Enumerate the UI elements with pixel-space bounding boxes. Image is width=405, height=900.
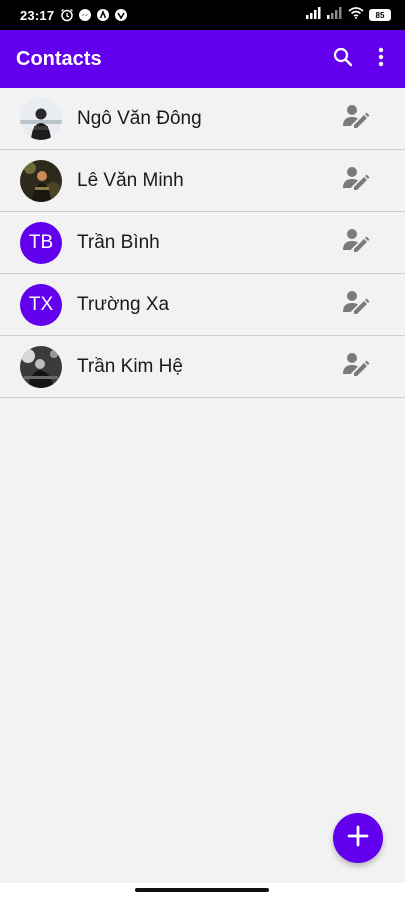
contact-row[interactable]: Trần Kim Hệ — [0, 336, 405, 398]
messenger-icon — [78, 8, 92, 22]
contact-name: Trường Xa — [77, 293, 170, 315]
app-icon — [96, 8, 110, 22]
more-options-button[interactable] — [367, 39, 395, 79]
edit-contact-button[interactable] — [341, 104, 371, 134]
edit-person-icon — [342, 351, 370, 382]
edit-contact-button[interactable] — [341, 290, 371, 320]
status-notification-icons — [60, 8, 128, 22]
add-contact-button[interactable] — [333, 813, 383, 863]
avatar: TB — [20, 221, 62, 264]
edit-contact-button[interactable] — [341, 352, 371, 382]
battery-icon: 85 — [369, 9, 391, 21]
contact-row[interactable]: TX Trường Xa — [0, 274, 405, 336]
vpn-icon — [114, 8, 128, 22]
status-time: 23:17 — [20, 7, 55, 23]
contact-name: Trần Bình — [77, 231, 160, 253]
edit-person-icon — [342, 227, 370, 258]
contact-row[interactable]: Ngô Văn Đông — [0, 88, 405, 150]
edit-person-icon — [342, 165, 370, 196]
search-icon — [332, 46, 354, 73]
edit-person-icon — [342, 103, 370, 134]
plus-icon — [346, 824, 370, 853]
edit-contact-button[interactable] — [341, 166, 371, 196]
contact-name: Ngô Văn Đông — [77, 107, 202, 129]
avatar: TX — [20, 283, 62, 326]
contact-list: Ngô Văn Đông Lê Văn Minh TB Trần Bình TX… — [0, 88, 405, 398]
more-vert-icon — [378, 47, 384, 72]
signal-icon — [306, 6, 322, 24]
signal-icon — [327, 6, 343, 24]
avatar — [20, 159, 62, 202]
avatar — [20, 345, 62, 388]
status-bar: 23:17 85 — [0, 0, 405, 30]
page-title: Contacts — [16, 47, 102, 70]
avatar — [20, 97, 62, 140]
app-bar: Contacts — [0, 30, 405, 88]
edit-contact-button[interactable] — [341, 228, 371, 258]
status-system-icons: 85 — [306, 6, 391, 24]
search-button[interactable] — [323, 39, 363, 79]
contact-name: Lê Văn Minh — [77, 169, 184, 191]
contact-row[interactable]: Lê Văn Minh — [0, 150, 405, 212]
home-indicator[interactable] — [135, 888, 269, 892]
edit-person-icon — [342, 289, 370, 320]
contact-name: Trần Kim Hệ — [77, 355, 183, 377]
alarm-icon — [60, 8, 74, 22]
contact-row[interactable]: TB Trần Bình — [0, 212, 405, 274]
wifi-icon — [348, 6, 364, 24]
